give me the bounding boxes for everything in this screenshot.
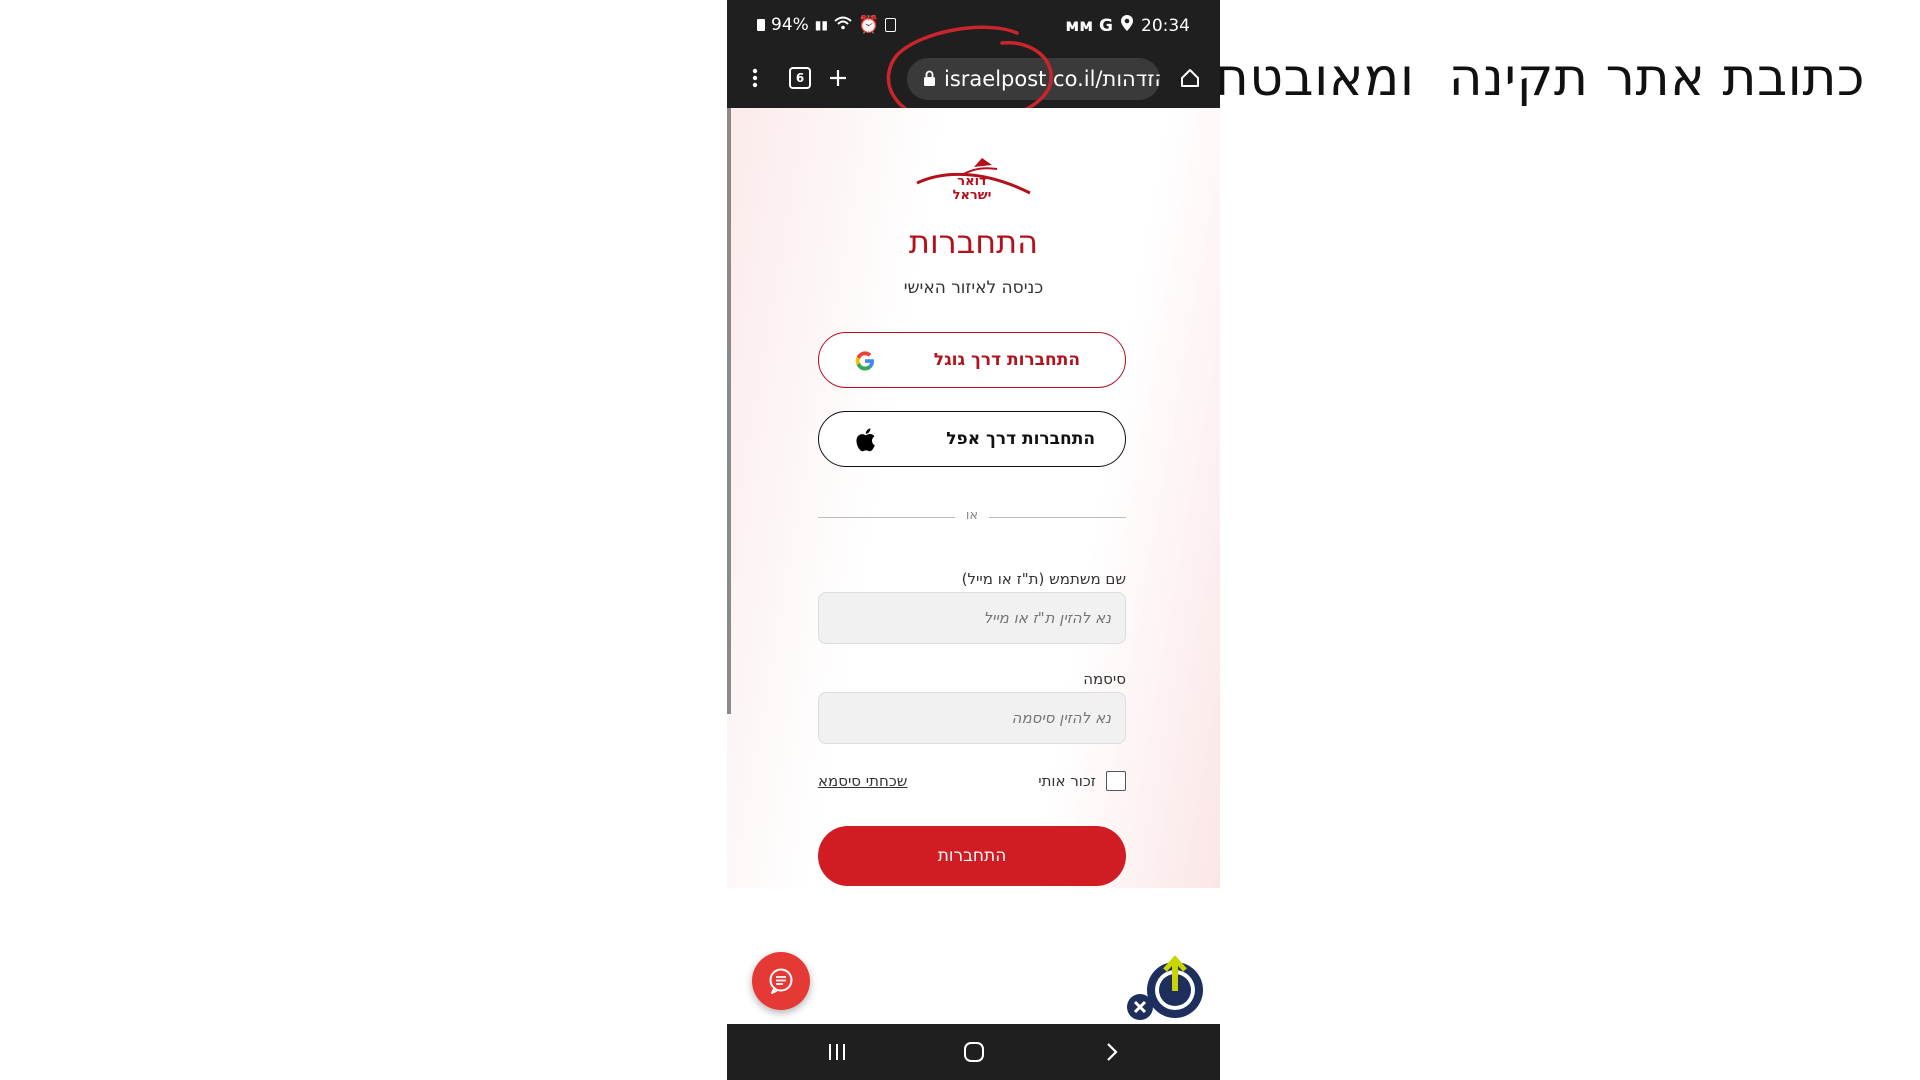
remember-me-label: זכור אותי [1038, 772, 1096, 790]
forgot-password-link[interactable]: שכחתי סיסמא [818, 772, 907, 790]
tabs-count: 6 [789, 67, 811, 89]
back-nav-icon[interactable] [1092, 1036, 1132, 1068]
or-label: או [965, 508, 979, 523]
location-icon [1121, 15, 1133, 36]
username-label: שם משתמש (ת"ז או מייל) [961, 570, 1126, 588]
page-subtitle: כניסה לאיזור האישי [903, 278, 1044, 298]
password-label: סיסמה [1083, 670, 1126, 688]
url-text: israelpost.co.il/הזדהות [944, 67, 1160, 91]
wifi-icon [834, 15, 852, 35]
apple-login-label: התחברות דרך אפל [946, 429, 1095, 449]
battery-icon [757, 19, 765, 31]
login-page: דואר ישראל התחברות כניסה לאיזור האישי הת… [727, 108, 1220, 888]
clock-time: 20:34 [1141, 15, 1190, 36]
login-submit-button[interactable]: התחברות [818, 826, 1126, 886]
apple-icon [851, 426, 879, 454]
browser-toolbar: 6 israelpost.co.il/הזדהות [727, 50, 1220, 108]
page-scrollbar[interactable] [727, 108, 731, 714]
remember-me-checkbox[interactable] [1106, 771, 1126, 791]
divider-line-left [818, 517, 955, 518]
address-bar[interactable]: israelpost.co.il/הזדהות [907, 58, 1160, 100]
google-login-button[interactable]: התחברות דרך גוגל [818, 332, 1126, 388]
home-icon[interactable] [1172, 60, 1208, 96]
recent-apps-icon[interactable] [817, 1036, 857, 1068]
accessibility-icon[interactable] [1125, 955, 1207, 1025]
phone-screen: 94% ▮▮ ⏰ ᴍᴍ G 20:34 6 israelpost.co.il/ … [727, 0, 1220, 1080]
logo-text-top: דואר [957, 174, 987, 189]
new-tab-icon[interactable] [820, 60, 856, 96]
israel-post-logo: דואר ישראל [916, 158, 1031, 203]
page-title: התחברות [908, 223, 1039, 261]
android-nav-bar [727, 1024, 1220, 1080]
more-menu-icon[interactable] [737, 60, 773, 96]
remember-me[interactable]: זכור אותי [1038, 771, 1126, 791]
lock-icon [923, 67, 936, 91]
status-bar: 94% ▮▮ ⏰ ᴍᴍ G 20:34 [727, 0, 1220, 50]
battery-level: 94% [771, 15, 809, 35]
google-icon [851, 347, 879, 375]
password-input[interactable] [818, 692, 1126, 744]
notification-icons: ᴍᴍ G [1065, 15, 1113, 36]
home-nav-icon[interactable] [954, 1036, 994, 1068]
chat-button[interactable] [752, 952, 810, 1010]
apple-login-button[interactable]: התחברות דרך אפל [818, 411, 1126, 467]
divider-line-right [989, 517, 1126, 518]
google-login-label: התחברות דרך גוגל [933, 350, 1080, 370]
username-input[interactable] [818, 592, 1126, 644]
or-divider: או [818, 507, 1126, 527]
clipboard-icon [885, 18, 897, 32]
signal-icon: ▮▮ [814, 18, 829, 32]
chat-icon [769, 968, 793, 994]
alarm-icon: ⏰ [858, 15, 880, 35]
logo-text-bottom: ישראל [953, 188, 992, 203]
annotation-caption: כתובת אתר תקינה ומאובטחת [1180, 48, 1865, 108]
tabs-button[interactable]: 6 [782, 60, 818, 96]
